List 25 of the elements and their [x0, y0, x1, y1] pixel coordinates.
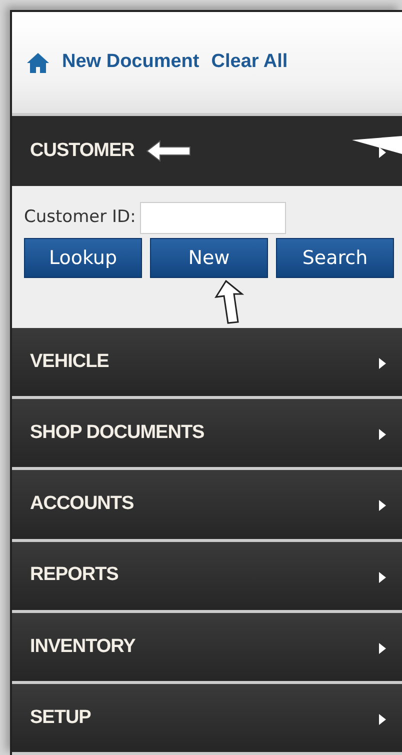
section-header[interactable]: INVENTORY	[12, 612, 402, 684]
expand-arrow-icon	[379, 572, 386, 583]
panel-button[interactable]: Search	[276, 238, 394, 278]
expand-arrow-icon	[379, 500, 386, 512]
section-header[interactable]: SHOP DOCUMENTS	[12, 399, 402, 470]
expand-arrow-icon	[379, 147, 386, 158]
home-icon[interactable]	[26, 52, 50, 74]
expand-arrow-icon	[379, 714, 386, 725]
toolbar-link[interactable]: New Document	[62, 48, 200, 77]
toolbar-link[interactable]: Clear All	[211, 48, 288, 77]
customer-id-field[interactable]	[140, 202, 286, 234]
section-header[interactable]: ACCOUNTS	[12, 470, 402, 542]
panel-button[interactable]: New	[150, 238, 268, 278]
section-header[interactable]: VEHICLE	[12, 328, 402, 400]
expand-arrow-icon	[379, 642, 386, 654]
left-arrow-icon	[146, 139, 192, 163]
expand-arrow-icon	[379, 358, 386, 370]
field-label: Customer ID:	[24, 206, 136, 230]
section-header[interactable]: REPORTS	[12, 542, 402, 613]
section-header[interactable]: SETUP	[12, 684, 402, 755]
panel-button[interactable]: Lookup	[24, 238, 142, 278]
callout-pointer-icon	[352, 136, 402, 154]
expand-arrow-icon	[379, 429, 386, 440]
up-arrow-icon	[212, 280, 244, 324]
section-header[interactable]: CUSTOMER	[12, 116, 402, 186]
